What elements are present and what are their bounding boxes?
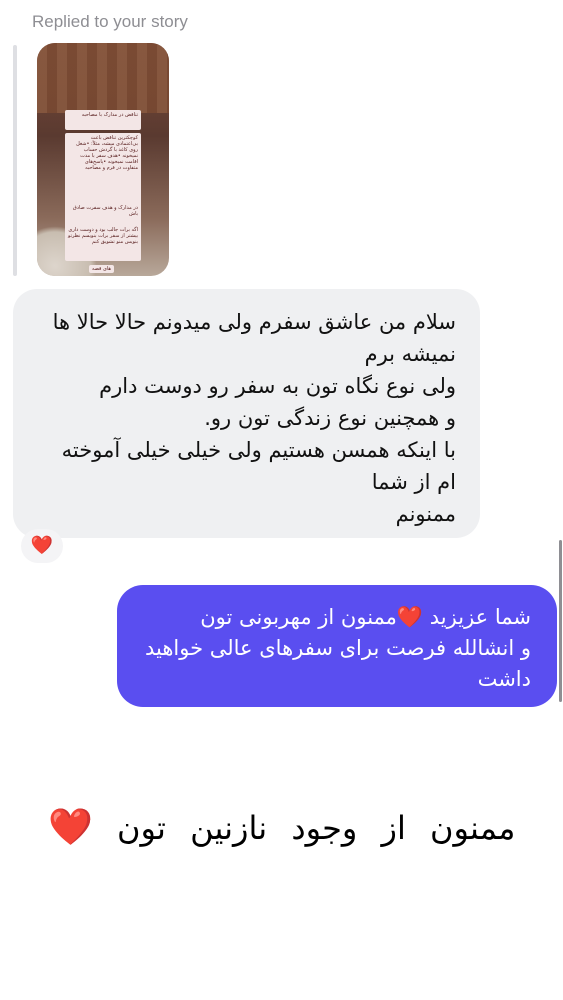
message-line: ام از شما bbox=[371, 470, 456, 494]
story-thumbnail[interactable]: تناقض در مدارک با مصاحبه کوچکترین تناقض … bbox=[37, 43, 169, 276]
reaction-heart-icon[interactable]: ❤️ bbox=[21, 529, 63, 563]
heart-icon: ❤️ bbox=[396, 605, 424, 629]
story-card: اگه برات جالب بود و دوست داری بیشتر از س… bbox=[65, 225, 141, 261]
message-line: و همچنین نوع زندگی تون رو. bbox=[204, 406, 456, 430]
scrollbar[interactable] bbox=[559, 540, 562, 702]
reply-indicator-bar bbox=[13, 45, 17, 276]
message-line: داشت bbox=[477, 667, 531, 691]
story-card: تناقض در مدارک با مصاحبه bbox=[65, 110, 141, 130]
replied-to-story-label: Replied to your story bbox=[32, 12, 188, 31]
story-card: در مدارک و هدف سفرت صادق باش bbox=[65, 203, 141, 223]
message-line: و انشالله فرصت برای سفرهای عالی خواهید bbox=[144, 636, 531, 660]
heart-icon: ❤️ bbox=[48, 807, 93, 848]
message-line: با اینکه همسن هستیم ولی خیلی خیلی آموخته bbox=[61, 438, 456, 462]
incoming-message-bubble[interactable]: سلام من عاشق سفرم ولی میدونم حالا حالا ه… bbox=[13, 289, 480, 538]
story-tag: های قصه bbox=[89, 265, 115, 273]
message-line: ممنونم bbox=[395, 502, 456, 526]
caption-message: ممنون از وجود نازنین تون bbox=[117, 809, 516, 847]
message-line: نمیشه برم bbox=[364, 342, 456, 366]
caption-text: ممنون از وجود نازنین تون ❤️ bbox=[48, 806, 528, 848]
message-text: ممنون از مهربونی تون bbox=[200, 605, 397, 629]
story-background bbox=[37, 43, 169, 113]
outgoing-message-bubble[interactable]: شما عزیزید ❤️ممنون از مهربونی تون و انشا… bbox=[117, 585, 557, 707]
message-line: شما عزیزید ❤️ممنون از مهربونی تون bbox=[137, 602, 531, 633]
message-line: سلام من عاشق سفرم ولی میدونم حالا حالا ه… bbox=[52, 310, 456, 334]
message-text: شما عزیزید bbox=[429, 605, 531, 629]
message-line: ولی نوع نگاه تون به سفر رو دوست دارم bbox=[99, 374, 456, 398]
